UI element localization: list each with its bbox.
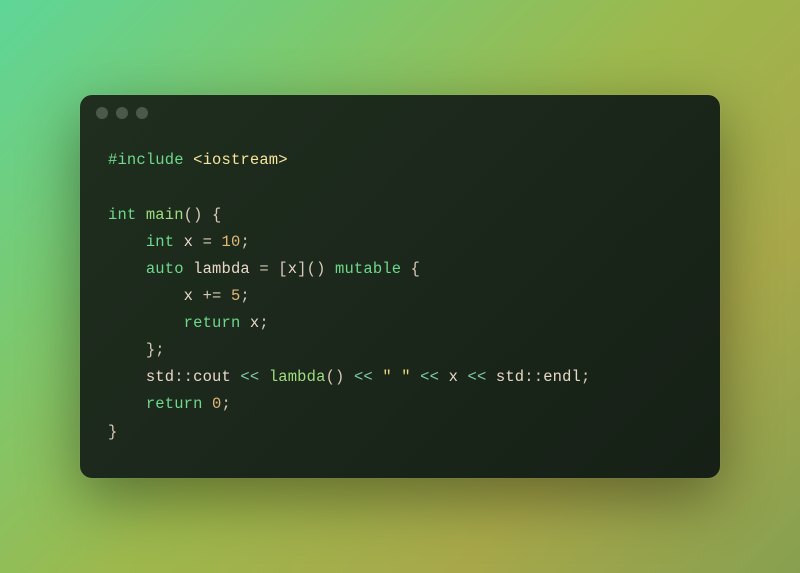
code-token [108,287,184,305]
code-token: int [108,206,136,224]
code-content: #include <iostream> int main() { int x =… [80,131,720,477]
code-token: << [420,368,439,386]
code-token [184,151,193,169]
code-token: return [184,314,241,332]
code-token: = [193,233,221,251]
code-token: << [354,368,373,386]
code-line [108,174,692,201]
code-token [108,395,146,413]
code-token: std [496,368,524,386]
code-line: x += 5; [108,283,692,310]
titlebar [80,95,720,131]
code-token [486,368,495,386]
code-token [458,368,467,386]
code-token: << [240,368,259,386]
maximize-icon[interactable] [136,107,148,119]
code-token: ; [222,395,231,413]
code-token [259,368,268,386]
code-token [108,233,146,251]
code-token: << [468,368,487,386]
code-token: endl [543,368,581,386]
code-token: x [288,260,297,278]
close-icon[interactable] [96,107,108,119]
code-token: ; [240,287,249,305]
code-token [240,314,249,332]
code-token [439,368,448,386]
code-token: lambda [193,260,250,278]
code-token: 5 [231,287,240,305]
code-token: ; [259,314,268,332]
code-line: return x; [108,310,692,337]
code-token: " " [382,368,410,386]
code-token: } [108,423,117,441]
code-token: ]() [297,260,335,278]
code-token [411,368,420,386]
code-token: cout [193,368,231,386]
code-line: #include <iostream> [108,147,692,174]
code-line: std::cout << lambda() << " " << x << std… [108,364,692,391]
code-line: int main() { [108,202,692,229]
code-token [373,368,382,386]
code-token: x [250,314,259,332]
code-token: :: [524,368,543,386]
code-token: () { [184,206,222,224]
code-token: mutable [335,260,401,278]
code-line: } [108,419,692,446]
code-token: #include [108,151,184,169]
code-token: { [401,260,420,278]
code-line: int x = 10; [108,229,692,256]
code-token: 10 [222,233,241,251]
code-token: 0 [212,395,221,413]
code-token [136,206,145,224]
code-token: ; [581,368,590,386]
code-token [231,368,240,386]
code-line: }; [108,337,692,364]
code-token: x [184,233,193,251]
code-token [203,395,212,413]
code-token [174,233,183,251]
code-token: int [146,233,174,251]
code-token: x [449,368,458,386]
code-token: }; [108,341,165,359]
code-token [108,368,146,386]
code-token [108,260,146,278]
code-token: std [146,368,174,386]
code-token: :: [174,368,193,386]
code-token: += [193,287,231,305]
code-token: return [146,395,203,413]
code-token: ; [240,233,249,251]
code-token [108,314,184,332]
code-token: x [184,287,193,305]
code-window: #include <iostream> int main() { int x =… [80,95,720,477]
code-token: () [326,368,354,386]
minimize-icon[interactable] [116,107,128,119]
code-line: auto lambda = [x]() mutable { [108,256,692,283]
code-token [184,260,193,278]
code-token: <iostream> [193,151,288,169]
code-token: main [146,206,184,224]
code-line: return 0; [108,391,692,418]
code-token: = [ [250,260,288,278]
code-token: auto [146,260,184,278]
code-token: lambda [269,368,326,386]
